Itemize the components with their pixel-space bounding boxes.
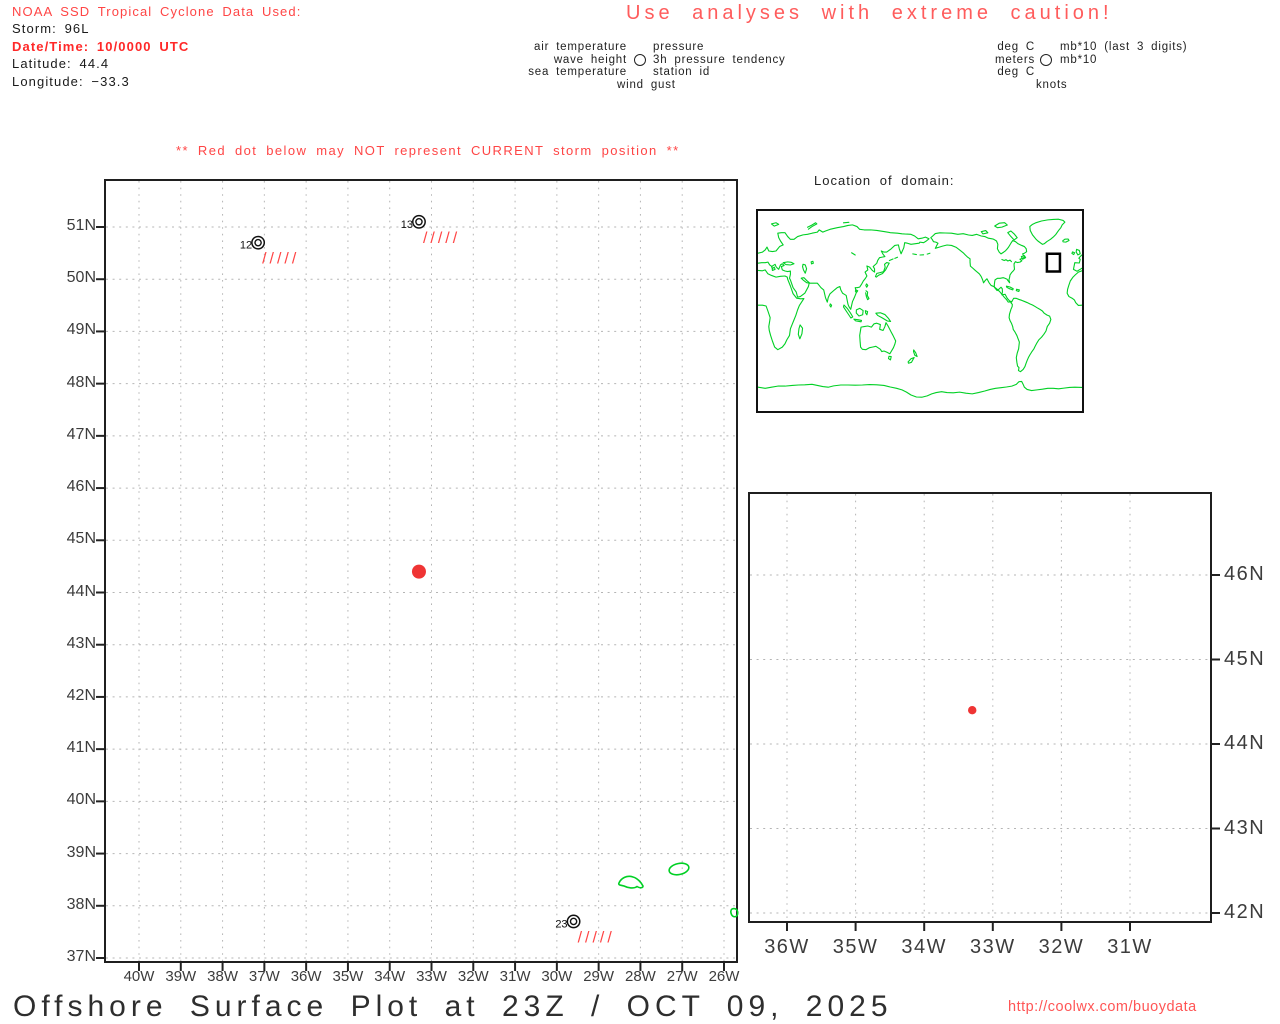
main-plot-y-tick-label: 47N xyxy=(66,425,96,443)
zoom-plot-x-tick-label: 32W xyxy=(1038,936,1085,958)
units-legend: deg C meters deg C mb*10 (last 3 digits)… xyxy=(985,41,1215,95)
main-plot-y-tick-label: 49N xyxy=(66,321,96,339)
main-plot-x-tick-label: 37W xyxy=(248,968,280,985)
zoom-plot-y-tick-label: 43N xyxy=(1224,816,1266,839)
main-plot-y-tick-label: 37N xyxy=(66,948,96,965)
station-id-label: 23 xyxy=(555,918,567,930)
unit-deg-c-air: deg C xyxy=(997,41,1035,53)
missing-data-slashes: ///// xyxy=(262,251,299,268)
main-plot-x-tick-label: 31W xyxy=(499,968,531,985)
main-plot-x-tick-label: 38W xyxy=(207,968,238,985)
main-plot-y-tick-label: 44N xyxy=(66,582,96,600)
zoom-plot-x-tick-label: 34W xyxy=(901,936,947,958)
legend-sea-temperature: sea temperature xyxy=(528,66,627,78)
main-plot-x-tick-label: 29W xyxy=(583,968,615,985)
world-map-canvas xyxy=(758,211,1082,411)
main-plot-y-tick-label: 42N xyxy=(66,686,96,704)
unit-mb10-last3: mb*10 (last 3 digits) xyxy=(1060,41,1188,53)
buoydata-url-link[interactable]: http://coolwx.com/buoydata xyxy=(1008,999,1197,1015)
zoom-plot-y-tick-label: 42N xyxy=(1224,901,1266,923)
missing-data-slashes: ///// xyxy=(578,929,615,946)
page-title: Offshore Surface Plot at 23Z / OCT 09, 2… xyxy=(13,990,893,1023)
missing-data-slashes: ///// xyxy=(423,230,460,247)
storm-datetime-line: Date/Time: 10/0000 UTC xyxy=(12,38,190,54)
legend-station-id: station id xyxy=(653,66,711,78)
main-plot-x-tick-label: 32W xyxy=(457,968,489,985)
station-circle-icon xyxy=(1040,54,1052,66)
zoom-plot-canvas xyxy=(750,494,1220,931)
world-coastlines xyxy=(758,219,1082,397)
unit-deg-c-sea: deg C xyxy=(997,66,1035,78)
legend-wind-gust: wind gust xyxy=(617,79,676,91)
station-marker-12: 12 ///// xyxy=(240,235,299,268)
storm-info-block: NOAA SSD Tropical Cyclone Data Used: Sto… xyxy=(12,3,301,90)
legend-pressure-tendency: 3h pressure tendency xyxy=(653,53,786,66)
storm-info-title: NOAA SSD Tropical Cyclone Data Used: xyxy=(12,4,302,19)
zoomed-storm-plot xyxy=(748,492,1220,931)
main-plot-x-tick-label: 33W xyxy=(416,968,447,985)
station-circle-icon xyxy=(634,54,646,66)
main-plot-x-tick-label: 28W xyxy=(625,968,656,985)
storm-position-dot xyxy=(411,564,426,579)
main-plot-x-tick-label: 40W xyxy=(123,968,155,985)
unit-knots: knots xyxy=(1036,79,1068,91)
unit-meters: meters xyxy=(995,53,1035,66)
offshore-surface-plot-page: { "storm_info": { "title": "NOAA SSD Tro… xyxy=(0,0,1280,1024)
station-marker-23: 23 ///// xyxy=(555,914,615,946)
main-plot-x-tick-label: 27W xyxy=(666,968,698,985)
domain-location-marker xyxy=(1047,254,1060,272)
zoom-plot-y-tick-label: 46N xyxy=(1224,563,1266,585)
azores-islands xyxy=(617,862,739,918)
main-plot-y-tick-label: 48N xyxy=(66,373,96,391)
main-plot-y-tick-label: 45N xyxy=(66,530,96,548)
main-plot-x-tick-label: 30W xyxy=(541,968,573,985)
main-plot-x-tick-label: 34W xyxy=(374,968,406,985)
unit-mb10: mb*10 xyxy=(1060,53,1098,66)
main-plot-y-tick-label: 39N xyxy=(66,843,96,861)
world-map-inset xyxy=(756,209,1084,413)
main-plot-canvas: 12 ///// 13 ///// 23 ///// xyxy=(96,181,739,971)
storm-id-line: Storm: 96L xyxy=(12,21,90,37)
main-plot-x-tick-label: 26W xyxy=(708,968,740,985)
main-plot-y-tick-label: 41N xyxy=(66,739,96,757)
caution-banner: Use analyses with extreme caution! xyxy=(626,2,1113,24)
storm-longitude-line: Longitude: −33.3 xyxy=(12,73,130,89)
storm-latitude-line: Latitude: 44.4 xyxy=(12,56,110,72)
main-plot-x-tick-label: 35W xyxy=(332,968,364,985)
station-id-label: 12 xyxy=(240,240,252,252)
zoom-plot-y-tick-label: 44N xyxy=(1224,732,1266,754)
main-plot-y-tick-label: 43N xyxy=(66,634,96,652)
legend-pressure: pressure xyxy=(653,41,705,53)
main-plot-x-tick-label: 36W xyxy=(290,968,322,985)
inset-title: Location of domain: xyxy=(814,173,955,188)
station-model-legend: air temperature wave height sea temperat… xyxy=(520,41,800,95)
main-plot-y-tick-label: 51N xyxy=(66,217,96,234)
legend-air-temperature: air temperature xyxy=(534,41,627,53)
main-plot-y-tick-label: 38N xyxy=(66,895,96,913)
zoom-plot-x-tick-label: 33W xyxy=(969,936,1016,958)
station-marker-13: 13 ///// xyxy=(401,214,460,247)
main-plot-y-tick-label: 40N xyxy=(66,791,96,809)
main-surface-plot: 12 ///// 13 ///// 23 ///// xyxy=(96,179,739,971)
zoom-plot-x-tick-label: 36W xyxy=(764,936,810,958)
legend-wave-height: wave height xyxy=(553,53,627,66)
storm-position-warning: ** Red dot below may NOT represent CURRE… xyxy=(176,143,680,158)
main-plot-y-tick-label: 46N xyxy=(66,478,96,496)
zoom-plot-y-tick-label: 45N xyxy=(1224,647,1266,670)
station-id-label: 13 xyxy=(401,219,413,231)
storm-position-dot-zoom xyxy=(968,706,977,715)
main-plot-x-tick-label: 39W xyxy=(165,968,197,985)
zoom-plot-x-tick-label: 31W xyxy=(1107,936,1153,958)
zoom-plot-x-tick-label: 35W xyxy=(832,936,879,958)
main-plot-y-tick-label: 50N xyxy=(66,269,96,287)
